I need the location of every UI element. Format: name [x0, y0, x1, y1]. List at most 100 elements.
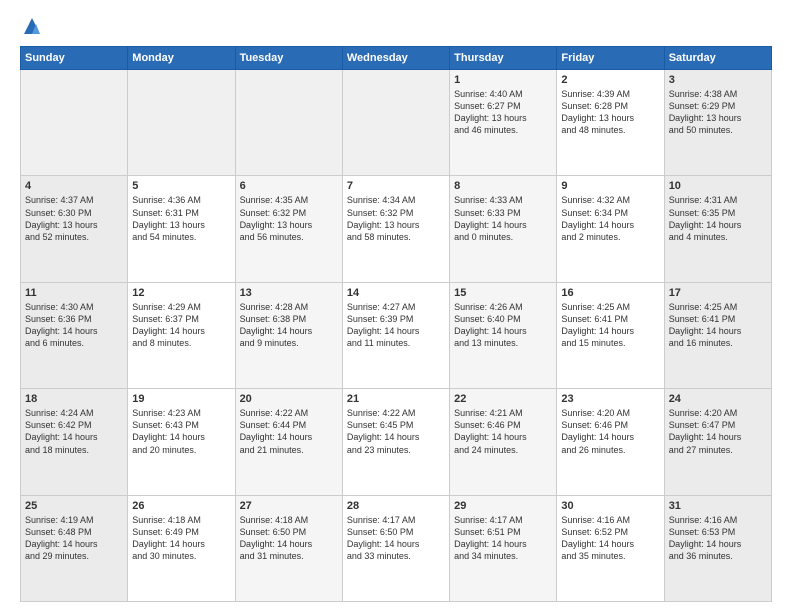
- day-number: 26: [132, 500, 230, 512]
- day-number: 17: [669, 287, 767, 299]
- day-info: Sunrise: 4:30 AM Sunset: 6:36 PM Dayligh…: [25, 301, 123, 350]
- day-number: 11: [25, 287, 123, 299]
- col-header-wednesday: Wednesday: [342, 47, 449, 70]
- day-number: 20: [240, 393, 338, 405]
- day-cell: 13 Sunrise: 4:28 AM Sunset: 6:38 PM Dayli…: [235, 282, 342, 388]
- day-cell: 29 Sunrise: 4:17 AM Sunset: 6:51 PM Dayli…: [450, 495, 557, 601]
- col-header-friday: Friday: [557, 47, 664, 70]
- day-cell: 11 Sunrise: 4:30 AM Sunset: 6:36 PM Dayli…: [21, 282, 128, 388]
- day-cell: 20 Sunrise: 4:22 AM Sunset: 6:44 PM Dayli…: [235, 389, 342, 495]
- day-cell: 26 Sunrise: 4:18 AM Sunset: 6:49 PM Dayli…: [128, 495, 235, 601]
- day-info: Sunrise: 4:17 AM Sunset: 6:51 PM Dayligh…: [454, 514, 552, 563]
- day-info: Sunrise: 4:20 AM Sunset: 6:47 PM Dayligh…: [669, 407, 767, 456]
- day-cell: 27Sunrise: 4:18 AM Sunset: 6:50 PM Dayli…: [235, 495, 342, 601]
- day-number: 10: [669, 180, 767, 192]
- day-info: Sunrise: 4:25 AM Sunset: 6:41 PM Dayligh…: [561, 301, 659, 350]
- day-info: Sunrise: 4:24 AM Sunset: 6:42 PM Dayligh…: [25, 407, 123, 456]
- week-row-3: 18 Sunrise: 4:24 AM Sunset: 6:42 PM Dayli…: [21, 389, 772, 495]
- day-info: Sunrise: 4:33 AM Sunset: 6:33 PM Dayligh…: [454, 194, 552, 243]
- day-info: Sunrise: 4:38 AM Sunset: 6:29 PM Dayligh…: [669, 88, 767, 137]
- day-number: 18: [25, 393, 123, 405]
- day-number: 30: [561, 500, 659, 512]
- day-number: 19: [132, 393, 230, 405]
- day-number: 23: [561, 393, 659, 405]
- col-header-sunday: Sunday: [21, 47, 128, 70]
- day-cell: 14 Sunrise: 4:27 AM Sunset: 6:39 PM Dayli…: [342, 282, 449, 388]
- day-cell: 17 Sunrise: 4:25 AM Sunset: 6:41 PM Dayli…: [664, 282, 771, 388]
- day-number: 15: [454, 287, 552, 299]
- day-number: 22: [454, 393, 552, 405]
- calendar-body: 1 Sunrise: 4:40 AM Sunset: 6:27 PM Daylig…: [21, 70, 772, 602]
- day-info: Sunrise: 4:26 AM Sunset: 6:40 PM Dayligh…: [454, 301, 552, 350]
- day-number: 27: [240, 500, 338, 512]
- day-info: Sunrise: 4:29 AM Sunset: 6:37 PM Dayligh…: [132, 301, 230, 350]
- day-cell: 16 Sunrise: 4:25 AM Sunset: 6:41 PM Dayli…: [557, 282, 664, 388]
- day-cell: 2 Sunrise: 4:39 AM Sunset: 6:28 PM Daylig…: [557, 70, 664, 176]
- day-cell: [342, 70, 449, 176]
- day-cell: 30 Sunrise: 4:16 AM Sunset: 6:52 PM Dayli…: [557, 495, 664, 601]
- day-number: 13: [240, 287, 338, 299]
- day-cell: 31 Sunrise: 4:16 AM Sunset: 6:53 PM Dayli…: [664, 495, 771, 601]
- day-info: Sunrise: 4:35 AM Sunset: 6:32 PM Dayligh…: [240, 194, 338, 243]
- day-info: Sunrise: 4:21 AM Sunset: 6:46 PM Dayligh…: [454, 407, 552, 456]
- day-info: Sunrise: 4:39 AM Sunset: 6:28 PM Dayligh…: [561, 88, 659, 137]
- day-cell: 28 Sunrise: 4:17 AM Sunset: 6:50 PM Dayli…: [342, 495, 449, 601]
- header: [20, 16, 772, 36]
- day-info: Sunrise: 4:37 AM Sunset: 6:30 PM Dayligh…: [25, 194, 123, 243]
- day-number: 31: [669, 500, 767, 512]
- day-number: 4: [25, 180, 123, 192]
- day-number: 29: [454, 500, 552, 512]
- day-number: 2: [561, 74, 659, 86]
- day-number: 1: [454, 74, 552, 86]
- day-number: 28: [347, 500, 445, 512]
- day-cell: 3 Sunrise: 4:38 AM Sunset: 6:29 PM Daylig…: [664, 70, 771, 176]
- day-number: 14: [347, 287, 445, 299]
- day-number: 7: [347, 180, 445, 192]
- day-info: Sunrise: 4:20 AM Sunset: 6:46 PM Dayligh…: [561, 407, 659, 456]
- day-cell: [128, 70, 235, 176]
- day-info: Sunrise: 4:31 AM Sunset: 6:35 PM Dayligh…: [669, 194, 767, 243]
- day-info: Sunrise: 4:18 AM Sunset: 6:49 PM Dayligh…: [132, 514, 230, 563]
- day-info: Sunrise: 4:16 AM Sunset: 6:53 PM Dayligh…: [669, 514, 767, 563]
- calendar: SundayMondayTuesdayWednesdayThursdayFrid…: [20, 46, 772, 602]
- day-info: Sunrise: 4:17 AM Sunset: 6:50 PM Dayligh…: [347, 514, 445, 563]
- day-info: Sunrise: 4:36 AM Sunset: 6:31 PM Dayligh…: [132, 194, 230, 243]
- day-cell: 7 Sunrise: 4:34 AM Sunset: 6:32 PM Daylig…: [342, 176, 449, 282]
- day-cell: 25Sunrise: 4:19 AM Sunset: 6:48 PM Dayli…: [21, 495, 128, 601]
- day-number: 3: [669, 74, 767, 86]
- days-row: SundayMondayTuesdayWednesdayThursdayFrid…: [21, 47, 772, 70]
- day-info: Sunrise: 4:25 AM Sunset: 6:41 PM Dayligh…: [669, 301, 767, 350]
- day-info: Sunrise: 4:34 AM Sunset: 6:32 PM Dayligh…: [347, 194, 445, 243]
- col-header-monday: Monday: [128, 47, 235, 70]
- logo-icon: [22, 16, 42, 36]
- day-number: 6: [240, 180, 338, 192]
- day-cell: [21, 70, 128, 176]
- day-number: 9: [561, 180, 659, 192]
- page: SundayMondayTuesdayWednesdayThursdayFrid…: [0, 0, 792, 612]
- day-info: Sunrise: 4:28 AM Sunset: 6:38 PM Dayligh…: [240, 301, 338, 350]
- day-info: Sunrise: 4:16 AM Sunset: 6:52 PM Dayligh…: [561, 514, 659, 563]
- day-cell: 23 Sunrise: 4:20 AM Sunset: 6:46 PM Dayli…: [557, 389, 664, 495]
- day-number: 16: [561, 287, 659, 299]
- day-cell: 4 Sunrise: 4:37 AM Sunset: 6:30 PM Daylig…: [21, 176, 128, 282]
- day-number: 5: [132, 180, 230, 192]
- col-header-saturday: Saturday: [664, 47, 771, 70]
- day-info: Sunrise: 4:27 AM Sunset: 6:39 PM Dayligh…: [347, 301, 445, 350]
- calendar-header: SundayMondayTuesdayWednesdayThursdayFrid…: [21, 47, 772, 70]
- day-cell: 18 Sunrise: 4:24 AM Sunset: 6:42 PM Dayli…: [21, 389, 128, 495]
- logo: [20, 16, 42, 36]
- day-number: 8: [454, 180, 552, 192]
- day-cell: 6 Sunrise: 4:35 AM Sunset: 6:32 PM Daylig…: [235, 176, 342, 282]
- day-cell: 15 Sunrise: 4:26 AM Sunset: 6:40 PM Dayli…: [450, 282, 557, 388]
- day-info: Sunrise: 4:40 AM Sunset: 6:27 PM Dayligh…: [454, 88, 552, 137]
- col-header-tuesday: Tuesday: [235, 47, 342, 70]
- day-info: Sunrise: 4:32 AM Sunset: 6:34 PM Dayligh…: [561, 194, 659, 243]
- day-info: Sunrise: 4:23 AM Sunset: 6:43 PM Dayligh…: [132, 407, 230, 456]
- day-cell: [235, 70, 342, 176]
- week-row-2: 11 Sunrise: 4:30 AM Sunset: 6:36 PM Dayli…: [21, 282, 772, 388]
- day-info: Sunrise: 4:22 AM Sunset: 6:44 PM Dayligh…: [240, 407, 338, 456]
- day-cell: 8 Sunrise: 4:33 AM Sunset: 6:33 PM Daylig…: [450, 176, 557, 282]
- week-row-1: 4 Sunrise: 4:37 AM Sunset: 6:30 PM Daylig…: [21, 176, 772, 282]
- day-info: Sunrise: 4:22 AM Sunset: 6:45 PM Dayligh…: [347, 407, 445, 456]
- day-cell: 22 Sunrise: 4:21 AM Sunset: 6:46 PM Dayli…: [450, 389, 557, 495]
